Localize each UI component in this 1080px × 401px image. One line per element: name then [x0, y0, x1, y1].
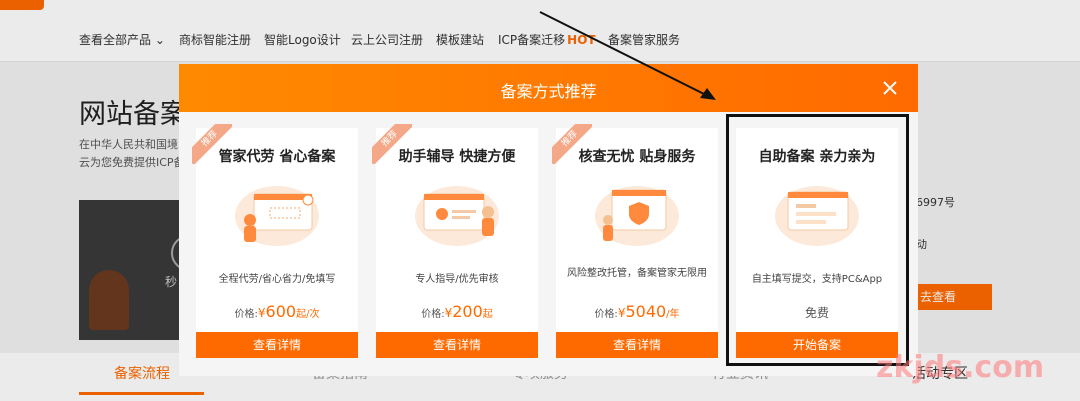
card-description: 专人指导/优先审核 — [415, 274, 499, 285]
card-price: 价格:¥600起/次 — [196, 302, 358, 321]
price-value: 600 — [265, 302, 297, 321]
watermark: zkjds.com — [876, 350, 1045, 385]
card-butler: 推荐 管家代劳 省心备案 全程代劳/省心省力/免填写 价格:¥600起/次 查看… — [192, 124, 358, 358]
currency-symbol: ¥ — [257, 306, 266, 320]
card-title: 管家代劳 省心备案 — [218, 149, 336, 165]
assistant-illustration-icon — [415, 186, 499, 246]
price-unit: 起/次 — [296, 309, 320, 320]
modal-title: 备案方式推荐 — [500, 82, 597, 101]
view-details-button[interactable]: 查看详情 — [376, 332, 538, 358]
price-unit: /年 — [666, 309, 680, 320]
shield-illustration-icon — [595, 186, 679, 246]
butler-illustration-icon — [235, 186, 319, 246]
price-unit: 起 — [482, 309, 493, 320]
modal-header: 备案方式推荐 — [179, 64, 918, 112]
card-price: 价格:¥5040/年 — [556, 302, 718, 321]
price-value: 5040 — [625, 302, 667, 321]
card-description: 风险整改托管，备案管家无限用 — [567, 268, 707, 279]
view-details-button[interactable]: 查看详情 — [556, 332, 718, 358]
price-label: 价格: — [594, 309, 618, 320]
card-verification: 推荐 核查无忧 贴身服务 风险整改托管，备案管家无限用 价格:¥5040/年 查… — [552, 124, 718, 358]
price-value: 200 — [452, 302, 483, 321]
card-title: 助手辅导 快捷方便 — [398, 149, 516, 165]
card-assistant: 推荐 助手辅导 快捷方便 专人指导/优先审核 价格:¥200起 查看详情 — [372, 124, 538, 358]
card-description: 全程代劳/省心省力/免填写 — [218, 274, 336, 285]
highlight-box — [726, 114, 909, 366]
card-title: 核查无忧 贴身服务 — [578, 149, 696, 165]
price-label: 价格: — [234, 309, 258, 320]
card-price: 价格:¥200起 — [376, 302, 538, 321]
close-icon[interactable] — [880, 78, 900, 98]
price-label: 价格: — [421, 309, 445, 320]
view-details-button[interactable]: 查看详情 — [196, 332, 358, 358]
